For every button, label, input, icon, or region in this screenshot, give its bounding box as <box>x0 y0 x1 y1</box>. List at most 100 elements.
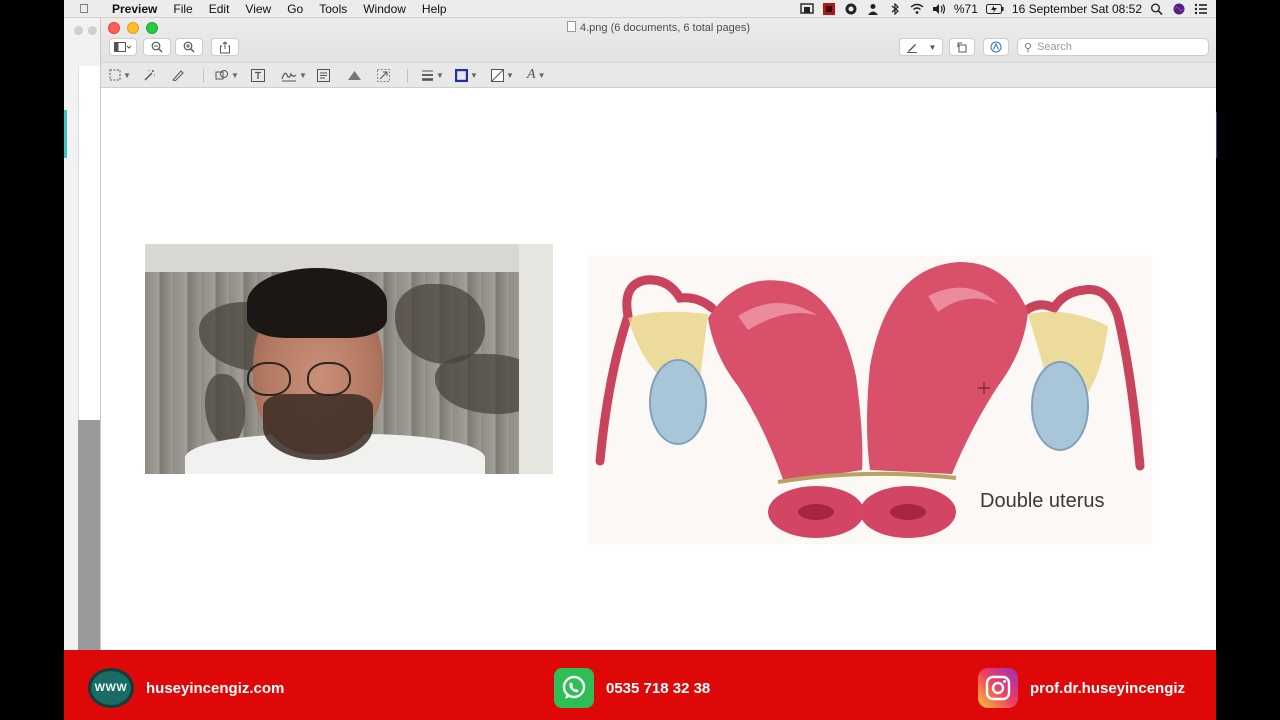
spotlight-search-icon[interactable] <box>1150 3 1164 15</box>
sidebar-icon <box>114 42 132 52</box>
webcam-person-hair <box>247 268 387 338</box>
right-cervical-os <box>890 504 926 520</box>
recording-icon[interactable] <box>822 2 836 15</box>
menu-tools[interactable]: Tools <box>311 0 355 18</box>
background-window-close-icon <box>74 26 83 35</box>
shapes-tool[interactable]: ▼ <box>215 67 239 83</box>
menu-go[interactable]: Go <box>279 0 311 18</box>
title-bar[interactable]: 4.png (6 documents, 6 total pages) ▼ ⚲ S… <box>101 18 1216 62</box>
background-window-minimize-icon <box>88 26 97 35</box>
chevron-down-icon: ▼ <box>123 70 131 80</box>
chevron-down-icon: ▼ <box>299 70 307 80</box>
status-area: %71 16 September Sat 08:52 <box>800 2 1216 16</box>
bluetooth-icon[interactable] <box>888 2 902 15</box>
markup-button[interactable] <box>983 38 1009 56</box>
background-window-panel <box>78 420 102 650</box>
zoom-out-button[interactable] <box>143 38 171 56</box>
search-placeholder: Search <box>1037 41 1072 53</box>
contact-banner: WWW huseyincengiz.com 0535 718 32 38 pro… <box>64 650 1216 720</box>
menu-bar:  Preview File Edit View Go Tools Window… <box>64 0 1216 18</box>
document-icon <box>567 21 576 32</box>
apple-menu-icon[interactable]:  <box>64 1 104 16</box>
phone-number-text[interactable]: 0535 718 32 38 <box>606 680 710 697</box>
text-tool[interactable] <box>251 67 265 83</box>
whatsapp-phone-glyph <box>562 675 586 699</box>
webcam-person-beard <box>263 394 373 460</box>
markup-toolbar: ▼ ▼ ▼ ▼ ▼ ▼ A ▼ <box>101 62 1216 88</box>
webcam-wall-right <box>519 244 553 474</box>
battery-charging-icon[interactable] <box>985 3 1004 15</box>
background-window-content <box>78 66 102 426</box>
adjust-color-icon <box>348 71 361 80</box>
text-style-tool[interactable]: A ▼ <box>527 67 545 83</box>
rotate-button[interactable] <box>949 38 975 56</box>
website-text[interactable]: huseyincengiz.com <box>146 680 284 697</box>
instagram-contact[interactable]: prof.dr.huseyincengiz <box>978 668 1185 708</box>
wifi-icon[interactable] <box>910 3 924 15</box>
share-button[interactable] <box>211 38 239 56</box>
webcam-video <box>145 244 553 474</box>
shape-style-tool[interactable]: ▼ <box>421 67 444 83</box>
chevron-down-icon: ▼ <box>470 70 478 80</box>
magic-wand-icon <box>144 69 155 80</box>
menu-window[interactable]: Window <box>355 0 414 18</box>
note-tool[interactable] <box>317 67 330 83</box>
whatsapp-icon <box>554 668 594 708</box>
screen-mirror-icon[interactable] <box>800 2 814 15</box>
website-contact[interactable]: WWW huseyincengiz.com <box>88 668 284 708</box>
selection-tool[interactable]: ▼ <box>109 67 131 83</box>
clock-datetime[interactable]: 16 September Sat 08:52 <box>1012 2 1142 16</box>
toolbar-separator <box>203 69 204 83</box>
instagram-icon <box>978 668 1018 708</box>
text-style-icon: A <box>527 67 536 82</box>
background-window[interactable] <box>64 18 102 650</box>
signature-icon <box>281 71 297 81</box>
sidebar-toggle-button[interactable] <box>109 38 137 56</box>
signature-tool[interactable]: ▼ <box>281 67 307 83</box>
menu-file[interactable]: File <box>165 0 200 18</box>
crosshair-cursor-icon <box>978 382 990 394</box>
markup-toolbar-toggle[interactable]: ▼ <box>899 38 943 56</box>
phone-contact[interactable]: 0535 718 32 38 <box>554 668 710 708</box>
border-color-icon <box>455 68 468 82</box>
instagram-handle-text[interactable]: prof.dr.huseyincengiz <box>1030 680 1185 697</box>
sketch-tool[interactable] <box>171 67 185 83</box>
fill-color-icon <box>491 68 504 82</box>
notification-center-icon[interactable] <box>1194 3 1208 15</box>
chevron-down-icon: ▼ <box>436 70 444 80</box>
resize-icon <box>377 68 390 82</box>
window-title-text: 4.png (6 documents, 6 total pages) <box>580 22 750 34</box>
menu-help[interactable]: Help <box>414 0 455 18</box>
instant-alpha-tool[interactable] <box>143 67 156 83</box>
fill-color-tool[interactable]: ▼ <box>491 67 514 83</box>
menu-edit[interactable]: Edit <box>201 0 238 18</box>
zoom-out-icon <box>151 41 163 53</box>
zoom-in-button[interactable] <box>175 38 203 56</box>
text-box-icon <box>251 68 265 82</box>
left-cervical-os <box>798 504 834 520</box>
adjust-size-tool[interactable] <box>377 67 390 83</box>
markup-circle-icon <box>990 41 1002 53</box>
menu-app-preview[interactable]: Preview <box>104 0 165 18</box>
chevron-down-icon: ▼ <box>506 70 514 80</box>
border-color-tool[interactable]: ▼ <box>455 67 478 83</box>
pen-tip-icon <box>906 44 917 53</box>
note-icon <box>317 68 330 82</box>
line-style-icon <box>422 70 433 81</box>
window-title: 4.png (6 documents, 6 total pages) <box>101 21 1216 34</box>
volume-icon[interactable] <box>932 3 946 15</box>
chevron-down-icon: ▼ <box>537 70 546 80</box>
menu-view[interactable]: View <box>237 0 279 18</box>
adjust-color-tool[interactable] <box>347 67 362 83</box>
webcam-glasses-left <box>247 362 291 396</box>
search-icon: ⚲ <box>1024 41 1033 54</box>
siri-icon[interactable] <box>1172 3 1186 15</box>
search-field[interactable]: ⚲ Search <box>1017 38 1209 56</box>
diagram-label: Double uterus <box>980 490 1105 512</box>
user-icon[interactable] <box>866 3 880 15</box>
webcam-glasses-right <box>307 362 351 396</box>
creative-cloud-icon[interactable] <box>844 3 858 15</box>
rotate-icon <box>957 42 967 53</box>
chevron-down-icon: ▼ <box>928 42 937 52</box>
instagram-camera-glyph <box>985 675 1011 701</box>
